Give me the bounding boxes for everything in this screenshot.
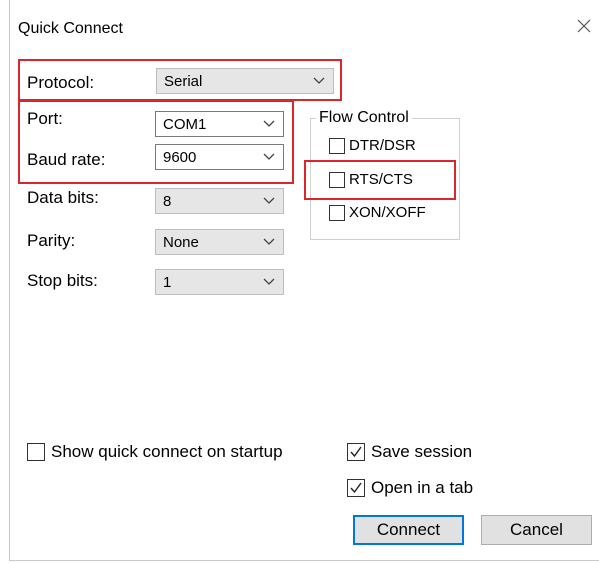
show-on-startup-label: Show quick connect on startup <box>51 442 283 461</box>
data-bits-select[interactable]: 8 <box>155 188 284 214</box>
save-session-label: Save session <box>371 442 473 461</box>
open-in-tab-label: Open in a tab <box>371 478 474 497</box>
port-baud-highlight <box>18 100 294 184</box>
close-icon[interactable] <box>576 18 592 34</box>
stop-bits-value: 1 <box>163 274 172 291</box>
cancel-button[interactable]: Cancel <box>481 515 592 545</box>
stop-bits-select[interactable]: 1 <box>155 269 284 295</box>
show-on-startup-checkbox[interactable] <box>27 443 45 461</box>
data-bits-label: Data bits: <box>27 188 99 207</box>
parity-value: None <box>163 234 199 251</box>
save-session-checkbox[interactable] <box>347 443 365 461</box>
checkmark-icon <box>350 482 362 494</box>
dialog-title: Quick Connect <box>18 20 123 37</box>
title-bar: Quick Connect <box>10 0 599 52</box>
protocol-highlight <box>18 59 342 101</box>
checkmark-icon <box>350 446 362 458</box>
connect-button[interactable]: Connect <box>353 515 464 545</box>
chevron-down-icon <box>263 197 275 204</box>
chevron-down-icon <box>263 278 275 285</box>
parity-select[interactable]: None <box>155 229 284 255</box>
xon-xoff-label: XON/XOFF <box>349 204 426 221</box>
rts-cts-highlight <box>304 160 456 200</box>
quick-connect-dialog: Quick Connect Protocol: Serial Port: COM… <box>9 0 599 561</box>
open-in-tab-checkbox[interactable] <box>347 479 365 497</box>
flow-control-title: Flow Control <box>316 108 412 128</box>
dtr-dsr-checkbox[interactable] <box>329 138 345 154</box>
data-bits-value: 8 <box>163 193 172 210</box>
xon-xoff-checkbox[interactable] <box>329 205 345 221</box>
parity-label: Parity: <box>27 231 76 250</box>
dtr-dsr-label: DTR/DSR <box>349 137 416 154</box>
chevron-down-icon <box>263 238 275 245</box>
stop-bits-label: Stop bits: <box>27 271 98 290</box>
